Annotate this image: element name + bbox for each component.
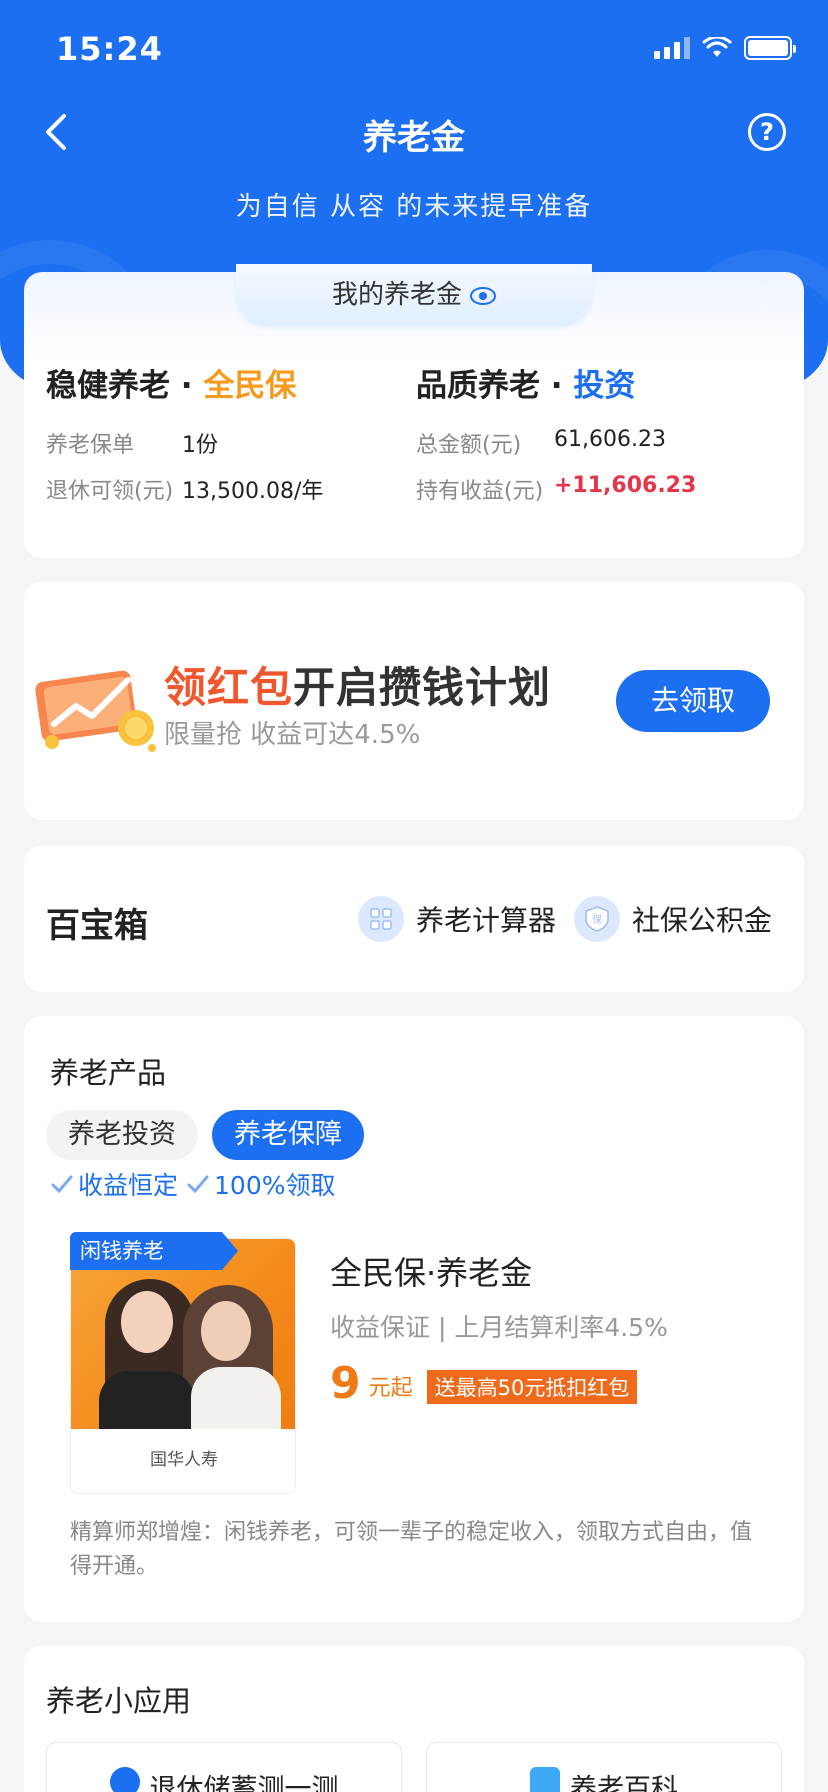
promo-title: 领红包开启攒钱计划	[164, 654, 551, 715]
promo-title-rest: 开启攒钱计划	[293, 663, 552, 712]
status-time: 15:24	[56, 30, 163, 68]
status-bar: 15:24	[0, 0, 828, 100]
my-pension-card[interactable]: 我的养老金 稳健养老 · 全民保 养老保单 1份 退休可领(元) 13,500.…	[24, 264, 804, 558]
steady-pension-title-accent: 全民保	[203, 368, 297, 404]
star-icon	[530, 1767, 560, 1792]
apps-title: 养老小应用	[46, 1684, 192, 1718]
product-image[interactable]: 国华人寿	[70, 1238, 296, 1494]
actuary-quote: 精算师郑增煌：闲钱养老，可领一辈子的稳定收入，领取方式自由，值得开通。	[70, 1520, 753, 1579]
product-description: 收益保证 | 上月结算利率4.5%	[330, 1313, 668, 1342]
svg-text:保: 保	[592, 913, 602, 926]
policy-count-label: 养老保单	[46, 433, 135, 458]
retirement-payout-value: 13,500.08/年	[182, 479, 324, 504]
steady-pension-title: 稳健养老 · 全民保	[46, 360, 406, 405]
check-icon	[187, 1175, 209, 1194]
policy-count-value: 1份	[182, 433, 218, 458]
eye-icon[interactable]	[470, 286, 496, 305]
product-price: 9 元起 送最高50元抵扣红包	[330, 1358, 638, 1409]
retirement-payout-row: 退休可领(元) 13,500.08/年	[46, 473, 406, 505]
battery-icon	[744, 36, 796, 60]
retirement-payout-label: 退休可领(元)	[46, 479, 174, 504]
products-title: 养老产品	[50, 1056, 167, 1090]
promo-subtitle: 限量抢 收益可达4.5%	[164, 720, 421, 750]
total-amount-label: 总金额(元)	[416, 433, 522, 458]
product-company: 国华人寿	[150, 1450, 218, 1470]
tool-pension-calculator[interactable]: 养老计算器	[358, 896, 556, 942]
red-packet-growth-icon	[35, 670, 156, 752]
quality-pension-column[interactable]: 品质养老 · 投资 总金额(元) 61,606.23 持有收益(元) +11,6…	[416, 360, 796, 505]
app-pension-encyclopedia-label: 养老百科	[570, 1774, 678, 1792]
tool-social-security[interactable]: 保 社保公积金	[574, 896, 772, 942]
toolbox-card: 百宝箱 养老计算器 保 社保公积金	[24, 846, 804, 992]
calculator-icon	[358, 896, 404, 942]
claim-button[interactable]: 去领取	[616, 670, 770, 732]
product-tags: 收益恒定 100%领取	[50, 1166, 336, 1202]
pension-apps-card: 养老小应用 退休储蓄测一测 养老百科	[24, 1646, 804, 1792]
slogan: 为自信 从容 的未来提早准备	[235, 192, 593, 222]
shield-icon: 保	[574, 896, 620, 942]
total-amount-row: 总金额(元) 61,606.23	[416, 427, 796, 459]
compass-icon	[109, 1767, 140, 1792]
quality-pension-title: 品质养老 · 投资	[416, 360, 796, 405]
steady-pension-title-prefix: 稳健养老 ·	[46, 368, 204, 404]
quality-pension-title-accent: 投资	[573, 368, 636, 404]
tag-full-withdraw-label: 100%领取	[214, 1171, 336, 1200]
holding-profit-label: 持有收益(元)	[416, 479, 544, 504]
holding-profit-value: +11,606.23	[554, 473, 697, 498]
product-name[interactable]: 全民保·养老金	[330, 1248, 532, 1294]
my-pension-tab[interactable]: 我的养老金	[236, 264, 592, 326]
promo-title-highlight: 领红包	[164, 663, 294, 712]
app-retirement-savings-test[interactable]: 退休储蓄测一测	[46, 1742, 402, 1792]
tool-pension-calculator-label: 养老计算器	[416, 904, 557, 937]
tag-full-withdraw: 100%领取	[186, 1166, 336, 1202]
my-pension-label: 我的养老金	[331, 280, 462, 310]
steady-pension-column[interactable]: 稳健养老 · 全民保 养老保单 1份 退休可领(元) 13,500.08/年	[46, 360, 406, 505]
tag-fixed-return: 收益恒定	[50, 1166, 178, 1202]
tag-fixed-return-label: 收益恒定	[78, 1171, 179, 1200]
red-packet-promo-card[interactable]: 领红包开启攒钱计划 限量抢 收益可达4.5% 去领取	[24, 582, 804, 820]
product-gift-badge: 送最高50元抵扣红包	[426, 1370, 638, 1404]
policy-count-row: 养老保单 1份	[46, 427, 406, 459]
toolbox-title: 百宝箱	[46, 906, 148, 946]
tab-pension-guarantee[interactable]: 养老保障	[212, 1110, 364, 1160]
product-badge: 闲钱养老	[70, 1232, 238, 1270]
tab-pension-investment[interactable]: 养老投资	[46, 1110, 198, 1160]
app-pension-encyclopedia[interactable]: 养老百科	[426, 1742, 782, 1792]
status-icons	[654, 36, 796, 60]
check-icon	[51, 1175, 73, 1194]
product-price-unit: 元起	[368, 1376, 413, 1401]
page-title: 养老金	[363, 118, 465, 158]
holding-profit-row: 持有收益(元) +11,606.23	[416, 473, 796, 505]
pension-products-card: 养老产品 养老投资 养老保障 收益恒定 100%领取 国华人寿 闲钱养老 全民保…	[24, 1016, 804, 1622]
wifi-icon	[702, 37, 732, 57]
quality-pension-title-prefix: 品质养老 ·	[416, 368, 574, 404]
help-icon[interactable]: ?	[748, 113, 786, 151]
total-amount-value: 61,606.23	[554, 427, 666, 452]
signal-icon	[654, 37, 690, 59]
tool-social-security-label: 社保公积金	[632, 904, 773, 937]
app-retirement-savings-test-label: 退休储蓄测一测	[149, 1774, 339, 1792]
product-price-value: 9	[330, 1358, 361, 1409]
